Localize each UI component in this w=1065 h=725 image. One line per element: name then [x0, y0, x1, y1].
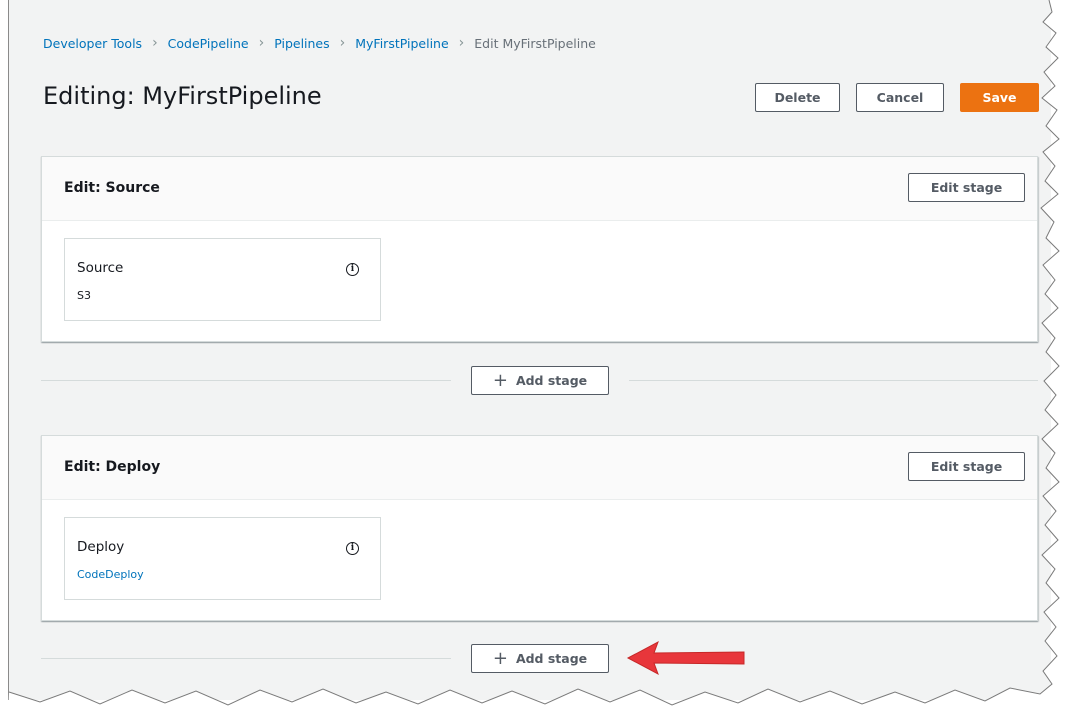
- action-card-source[interactable]: Source i S3: [64, 238, 381, 321]
- action-card-deploy[interactable]: Deploy i CodeDeploy: [64, 517, 381, 600]
- annotation-arrow-icon: [626, 640, 745, 676]
- stage-header: Edit: Source Edit stage: [42, 157, 1037, 221]
- chevron-right-icon: ›: [458, 35, 465, 51]
- add-stage-button[interactable]: + Add stage: [471, 366, 609, 395]
- divider-line: [41, 380, 451, 381]
- breadcrumb-codepipeline[interactable]: CodePipeline: [168, 36, 249, 51]
- breadcrumb-developer-tools[interactable]: Developer Tools: [43, 36, 142, 51]
- plus-icon: +: [492, 369, 508, 391]
- divider-line: [41, 658, 451, 659]
- breadcrumb-myfirstpipeline[interactable]: MyFirstPipeline: [355, 36, 448, 51]
- stage-title: Edit: Source: [64, 180, 160, 196]
- add-stage-button[interactable]: + Add stage: [471, 644, 609, 673]
- info-icon[interactable]: i: [346, 263, 359, 276]
- add-stage-label: Add stage: [515, 651, 588, 666]
- stage-panel-deploy: Edit: Deploy Edit stage Deploy i CodeDep…: [41, 435, 1038, 621]
- breadcrumb-pipelines[interactable]: Pipelines: [274, 36, 329, 51]
- breadcrumb: Developer Tools › CodePipeline › Pipelin…: [43, 35, 596, 51]
- breadcrumb-current: Edit MyFirstPipeline: [474, 35, 596, 51]
- stage-panel-source: Edit: Source Edit stage Source i S3: [41, 156, 1038, 342]
- action-provider-link[interactable]: CodeDeploy: [77, 568, 144, 581]
- delete-button[interactable]: Delete: [755, 83, 840, 112]
- info-icon[interactable]: i: [346, 542, 359, 555]
- save-button[interactable]: Save: [960, 83, 1039, 112]
- chevron-right-icon: ›: [152, 35, 158, 51]
- chevron-right-icon: ›: [339, 35, 346, 51]
- cancel-button[interactable]: Cancel: [856, 83, 944, 112]
- chevron-right-icon: ›: [258, 35, 265, 51]
- action-provider: S3: [77, 289, 91, 302]
- plus-icon: +: [492, 647, 508, 669]
- page-title: Editing: MyFirstPipeline: [43, 82, 322, 110]
- edit-stage-button[interactable]: Edit stage: [908, 173, 1025, 202]
- edit-stage-button[interactable]: Edit stage: [908, 452, 1025, 481]
- divider-line: [629, 380, 1038, 381]
- stage-title: Edit: Deploy: [64, 459, 161, 475]
- add-stage-label: Add stage: [515, 373, 588, 388]
- action-name: Source: [77, 260, 124, 276]
- page-frame: Developer Tools › CodePipeline › Pipelin…: [8, 0, 1051, 700]
- stage-header: Edit: Deploy Edit stage: [42, 436, 1037, 500]
- action-name: Deploy: [77, 539, 125, 555]
